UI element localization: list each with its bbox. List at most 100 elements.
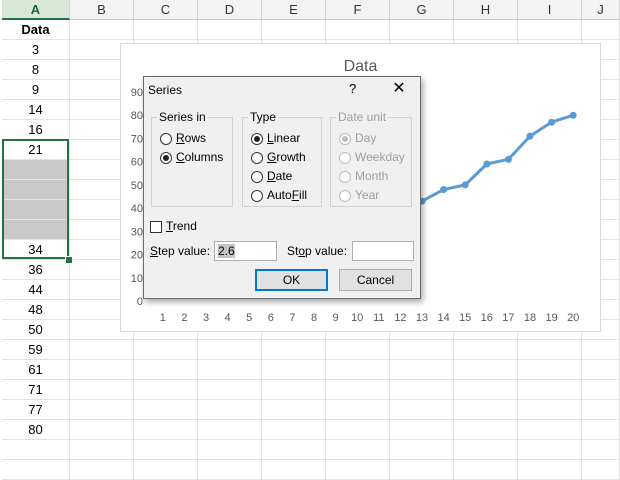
cell-empty[interactable] [582,340,620,360]
radio-linear[interactable]: Linear [251,130,300,146]
close-icon[interactable]: ✕ [388,79,410,99]
series-point[interactable] [440,186,448,194]
cell-empty[interactable] [390,400,454,420]
series-point[interactable] [526,132,534,140]
cell-a-value[interactable]: 61 [2,360,70,380]
cell-a-value[interactable]: 34 [2,240,70,260]
ok-button[interactable]: OK [255,269,328,291]
cell-empty[interactable] [70,340,134,360]
cell-empty[interactable] [198,460,262,480]
cell-a-value[interactable]: 59 [2,340,70,360]
cell-empty[interactable] [582,440,620,460]
series-point[interactable] [461,181,469,189]
cell-empty[interactable] [262,400,326,420]
cell-empty[interactable] [198,400,262,420]
radio-columns[interactable]: Columns [160,149,223,165]
cancel-button[interactable]: Cancel [339,269,412,291]
radio-date-icon[interactable] [251,170,263,183]
radio-growth-icon[interactable] [251,151,263,164]
radio-autofill[interactable]: AutoFill [251,187,307,203]
trend-checkbox[interactable]: Trend [150,218,197,234]
cell-empty[interactable] [198,20,262,40]
cell-empty[interactable] [2,440,70,460]
cell-empty[interactable] [390,360,454,380]
cell-empty[interactable] [134,340,198,360]
column-header-f[interactable]: F [326,0,390,20]
column-header-b[interactable]: B [70,0,134,20]
series-point[interactable] [504,155,512,163]
cell-empty[interactable] [198,360,262,380]
cell-a-value[interactable]: 14 [2,100,70,120]
cell-empty[interactable] [454,360,518,380]
cell-empty[interactable] [326,360,390,380]
step-value-input[interactable]: 2.6 [214,241,277,261]
column-header-e[interactable]: E [262,0,326,20]
cell-a-value[interactable] [2,200,70,220]
cell-a-value[interactable] [2,220,70,240]
column-header-i[interactable]: I [518,0,582,20]
series-point[interactable] [548,118,556,126]
cell-empty[interactable] [582,420,620,440]
fill-handle[interactable] [65,256,73,264]
series-point[interactable] [483,160,491,168]
cell-empty[interactable] [582,360,620,380]
cell-empty[interactable] [454,20,518,40]
cell-empty[interactable] [518,360,582,380]
cell-empty[interactable] [326,340,390,360]
cell-a-value[interactable]: 8 [2,60,70,80]
help-icon[interactable]: ? [349,81,356,96]
cell-empty[interactable] [326,440,390,460]
cell-empty[interactable] [134,360,198,380]
cell-empty[interactable] [454,420,518,440]
cell-empty[interactable] [518,340,582,360]
cell-empty[interactable] [70,400,134,420]
cell-empty[interactable] [518,460,582,480]
cell-empty[interactable] [262,440,326,460]
cell-empty[interactable] [582,460,620,480]
cell-empty[interactable] [262,380,326,400]
cell-a-value[interactable]: 48 [2,300,70,320]
cell-empty[interactable] [134,20,198,40]
cell-a-value[interactable]: 50 [2,320,70,340]
cell-empty[interactable] [70,440,134,460]
cell-empty[interactable] [454,440,518,460]
cell-empty[interactable] [262,460,326,480]
column-header-h[interactable]: H [454,0,518,20]
cell-empty[interactable] [262,20,326,40]
cell-empty[interactable] [134,420,198,440]
cell-empty[interactable] [326,400,390,420]
cell-a-value[interactable] [2,160,70,180]
column-header-a[interactable]: A [2,0,70,20]
cell-empty[interactable] [134,400,198,420]
cell-empty[interactable] [134,380,198,400]
cell-empty[interactable] [70,420,134,440]
cell-a-value[interactable] [2,180,70,200]
cell-empty[interactable] [582,400,620,420]
cell-empty[interactable] [390,460,454,480]
cell-empty[interactable] [454,460,518,480]
cell-a-value[interactable]: 16 [2,120,70,140]
cell-empty[interactable] [262,420,326,440]
radio-columns-icon[interactable] [160,151,172,164]
cell-empty[interactable] [326,380,390,400]
column-header-d[interactable]: D [198,0,262,20]
radio-autofill-icon[interactable] [251,189,263,202]
cell-a-value[interactable]: 44 [2,280,70,300]
cell-empty[interactable] [454,340,518,360]
cell-a-value[interactable]: 36 [2,260,70,280]
radio-growth[interactable]: Growth [251,149,306,165]
cell-empty[interactable] [134,440,198,460]
radio-rows-icon[interactable] [160,132,172,145]
cell-empty[interactable] [70,460,134,480]
cell-empty[interactable] [70,20,134,40]
cell-empty[interactable] [518,420,582,440]
cell-a-value[interactable]: 77 [2,400,70,420]
column-header-g[interactable]: G [390,0,454,20]
cell-a-value[interactable]: 21 [2,140,70,160]
cell-empty[interactable] [2,460,70,480]
cell-empty[interactable] [582,20,620,40]
column-header-c[interactable]: C [134,0,198,20]
cell-empty[interactable] [326,460,390,480]
cell-empty[interactable] [390,340,454,360]
cell-empty[interactable] [454,380,518,400]
